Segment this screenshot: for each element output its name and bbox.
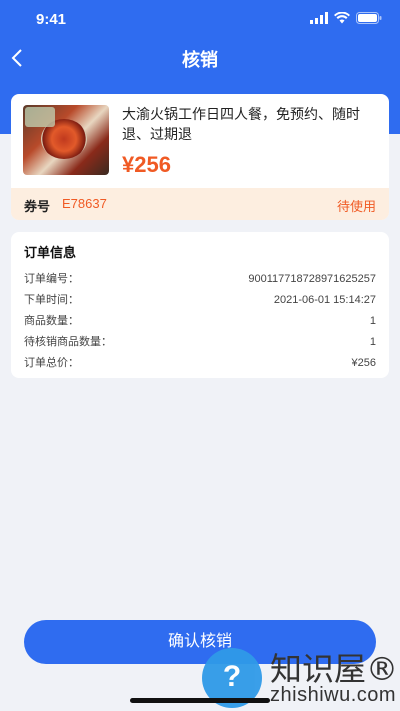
coupon-status-badge: 待使用 bbox=[336, 199, 376, 214]
product-thumbnail bbox=[23, 105, 109, 175]
order-row-value: 1 bbox=[369, 315, 376, 327]
order-row-value: ¥256 bbox=[351, 357, 376, 369]
order-row-label: 待核销商品数量： bbox=[24, 336, 112, 348]
order-row-quantity: 商品数量： 1 bbox=[24, 311, 376, 332]
coupon-code: E78637 bbox=[62, 196, 107, 211]
coupon-bar: 券号 E78637 待使用 bbox=[11, 188, 389, 220]
status-icons bbox=[310, 12, 382, 24]
order-info-card: 订单信息 订单编号： 900117718728971625257 下单时间： 2… bbox=[11, 232, 389, 378]
order-row-value: 1 bbox=[369, 336, 376, 348]
order-row-number: 订单编号： 900117718728971625257 bbox=[24, 269, 376, 290]
page-title: 核销 bbox=[182, 50, 218, 70]
coupon-label: 券号 bbox=[24, 199, 51, 214]
product-card: 大渝火锅工作日四人餐，免预约、随时退、过期退 ¥256 券号 E78637 待使… bbox=[11, 94, 389, 220]
signal-icon bbox=[310, 12, 328, 24]
wifi-icon bbox=[334, 12, 350, 24]
order-info-title: 订单信息 bbox=[24, 245, 77, 260]
order-row-value: 900117718728971625257 bbox=[248, 273, 376, 285]
order-row-label: 订单总价： bbox=[24, 357, 79, 369]
product-price: ¥256 bbox=[122, 152, 171, 177]
order-row-total: 订单总价： ¥256 bbox=[24, 353, 376, 374]
order-row-label: 下单时间： bbox=[24, 294, 79, 306]
order-row-value: 2021-06-01 15:14:27 bbox=[273, 294, 376, 306]
home-indicator bbox=[130, 698, 270, 703]
watermark-url: zhishiwu.com bbox=[270, 684, 397, 706]
battery-icon bbox=[356, 12, 382, 24]
product-name: 大渝火锅工作日四人餐，免预约、随时退、过期退 bbox=[122, 106, 360, 142]
order-row-pending-quantity: 待核销商品数量： 1 bbox=[24, 332, 376, 353]
question-icon: ? bbox=[222, 660, 242, 693]
status-bar: 9:41 bbox=[0, 0, 400, 40]
order-row-label: 订单编号： bbox=[24, 273, 79, 285]
order-row-time: 下单时间： 2021-06-01 15:14:27 bbox=[24, 290, 376, 311]
order-row-label: 商品数量： bbox=[24, 315, 79, 327]
status-time: 9:41 bbox=[36, 11, 67, 28]
